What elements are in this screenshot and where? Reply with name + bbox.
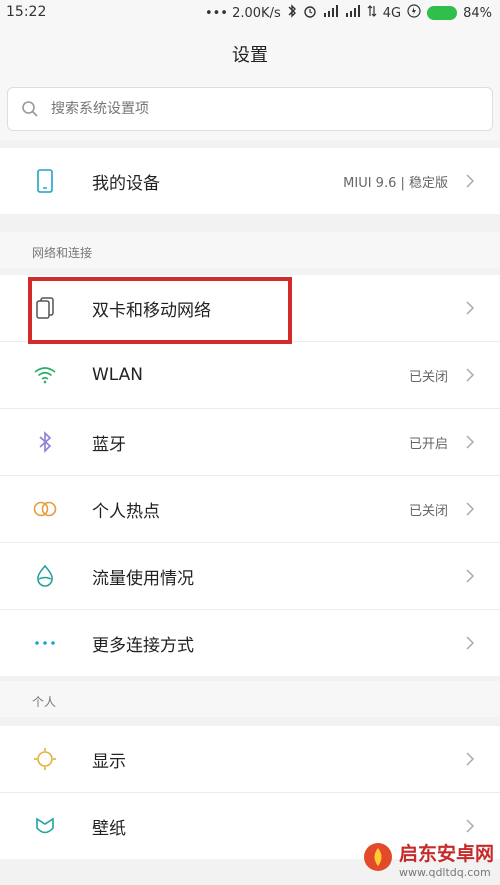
wlan-label: WLAN xyxy=(92,365,144,385)
status-time: 15:22 xyxy=(6,4,47,20)
display-label: 显示 xyxy=(92,751,126,772)
watermark: 启东安卓网 www.qdltdq.com xyxy=(363,839,494,879)
bluetooth-status: 已开启 xyxy=(408,436,448,452)
battery-icon xyxy=(427,6,458,20)
page-title: 设置 xyxy=(232,45,268,66)
phone-icon xyxy=(30,166,60,196)
signal-icon-1 xyxy=(323,5,339,21)
bluetooth-icon xyxy=(30,427,60,457)
display-icon xyxy=(30,744,60,774)
status-bar: 15:22 ••• 2.00K/s 4G 84% xyxy=(0,0,500,26)
chevron-right-icon xyxy=(464,501,476,517)
more-dots-icon xyxy=(30,628,60,658)
chevron-right-icon xyxy=(464,367,476,383)
search-input[interactable] xyxy=(49,100,453,118)
sidebar-item-bluetooth[interactable]: 蓝牙 已开启 xyxy=(0,409,500,476)
device-section: 我的设备 MIUI 9.6 | 稳定版 xyxy=(0,148,500,214)
bluetooth-status-icon xyxy=(287,4,297,22)
chevron-right-icon xyxy=(464,173,476,189)
hotspot-icon xyxy=(30,494,60,524)
watermark-text: 启东安卓网 www.qdltdq.com xyxy=(399,839,494,879)
chevron-right-icon xyxy=(464,300,476,316)
status-right: ••• 2.00K/s 4G 84% xyxy=(205,4,492,22)
alarm-icon xyxy=(303,4,317,22)
data-usage-label: 流量使用情况 xyxy=(92,568,194,589)
device-label: 我的设备 xyxy=(92,173,160,194)
sidebar-item-data-usage[interactable]: 流量使用情况 xyxy=(0,543,500,610)
wallpaper-icon xyxy=(30,811,60,841)
title-bar: 设置 xyxy=(0,26,500,82)
chevron-right-icon xyxy=(464,818,476,834)
device-value: MIUI 9.6 | 稳定版 xyxy=(343,175,448,191)
signal-icon-2 xyxy=(345,5,361,21)
wlan-status: 已关闭 xyxy=(408,369,448,385)
chevron-right-icon xyxy=(464,751,476,767)
wallpaper-label: 壁纸 xyxy=(92,818,126,839)
chevron-right-icon xyxy=(464,434,476,450)
search-box[interactable] xyxy=(7,87,493,131)
search-area xyxy=(0,82,500,140)
network-type: 4G xyxy=(382,5,402,21)
sidebar-item-wlan[interactable]: WLAN 已关闭 xyxy=(0,342,500,409)
more-connections-label: 更多连接方式 xyxy=(92,635,194,656)
chevron-right-icon xyxy=(464,635,476,651)
battery-percent: 84% xyxy=(463,5,492,21)
hotspot-status: 已关闭 xyxy=(408,503,448,519)
watermark-url: www.qdltdq.com xyxy=(398,866,491,879)
search-icon xyxy=(21,100,39,118)
charging-icon xyxy=(407,4,421,22)
network-section-header: 网络和连接 xyxy=(0,232,500,268)
data-arrows-icon xyxy=(367,4,377,22)
sidebar-item-hotspot[interactable]: 个人热点 已关闭 xyxy=(0,476,500,543)
net-speed: ••• 2.00K/s xyxy=(204,5,281,21)
data-usage-icon xyxy=(30,561,60,591)
watermark-title: 启东安卓网 xyxy=(398,843,494,865)
wifi-icon xyxy=(30,360,60,390)
personal-section-header: 个人 xyxy=(0,681,500,717)
sidebar-item-more-connections[interactable]: 更多连接方式 xyxy=(0,610,500,676)
chevron-right-icon xyxy=(464,568,476,584)
watermark-logo-icon xyxy=(363,842,393,876)
highlight-box xyxy=(28,277,292,344)
hotspot-label: 个人热点 xyxy=(92,501,160,522)
sidebar-item-display[interactable]: 显示 xyxy=(0,726,500,793)
device-row[interactable]: 我的设备 MIUI 9.6 | 稳定版 xyxy=(0,148,500,214)
bluetooth-label: 蓝牙 xyxy=(92,434,126,455)
